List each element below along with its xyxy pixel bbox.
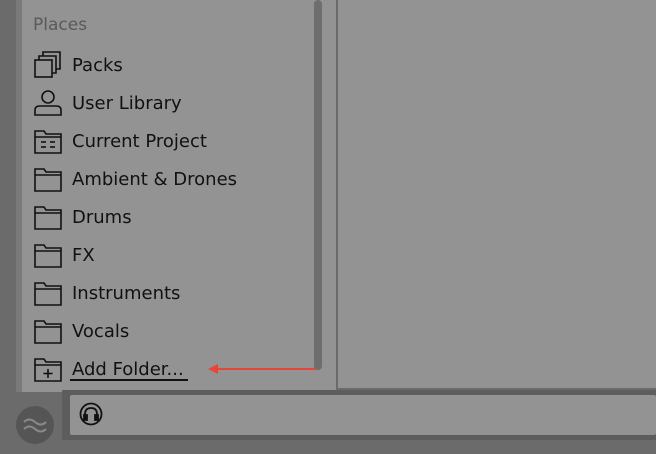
- folder-icon: [33, 165, 63, 193]
- place-label: Current Project: [72, 130, 207, 152]
- headphones-icon[interactable]: [79, 402, 103, 426]
- packs-icon: [33, 51, 63, 79]
- place-item-current-project[interactable]: Current Project: [33, 125, 293, 157]
- place-label: Drums: [72, 206, 132, 228]
- place-item-vocals[interactable]: Vocals: [33, 315, 293, 347]
- folder-icon: [33, 279, 63, 307]
- place-label: Packs: [72, 54, 123, 76]
- place-item-instruments[interactable]: Instruments: [33, 277, 293, 309]
- place-item-drums[interactable]: Drums: [33, 201, 293, 233]
- project-folder-icon: [33, 127, 63, 155]
- places-scrollbar[interactable]: [314, 0, 322, 370]
- place-item-fx[interactable]: FX: [33, 239, 293, 271]
- place-label: User Library: [72, 92, 182, 114]
- places-title: Places: [33, 15, 88, 35]
- add-folder-underline: [70, 379, 188, 381]
- place-label: Add Folder...: [72, 358, 184, 380]
- folder-icon: [33, 241, 63, 269]
- place-label: FX: [72, 244, 95, 266]
- place-label: Ambient & Drones: [72, 168, 238, 190]
- place-item-user-library[interactable]: User Library: [33, 87, 293, 119]
- wave-icon[interactable]: [16, 406, 54, 444]
- add-folder-icon: [33, 355, 63, 383]
- content-pane: [338, 0, 656, 388]
- folder-icon: [33, 203, 63, 231]
- place-label: Vocals: [72, 320, 130, 342]
- place-item-packs[interactable]: Packs: [33, 49, 293, 81]
- user-icon: [33, 89, 63, 117]
- place-item-ambient-drones[interactable]: Ambient & Drones: [33, 163, 293, 195]
- bottom-bar: [70, 395, 656, 435]
- pointer-arrow-annotation: [208, 364, 316, 374]
- place-label: Instruments: [72, 282, 181, 304]
- folder-icon: [33, 317, 63, 345]
